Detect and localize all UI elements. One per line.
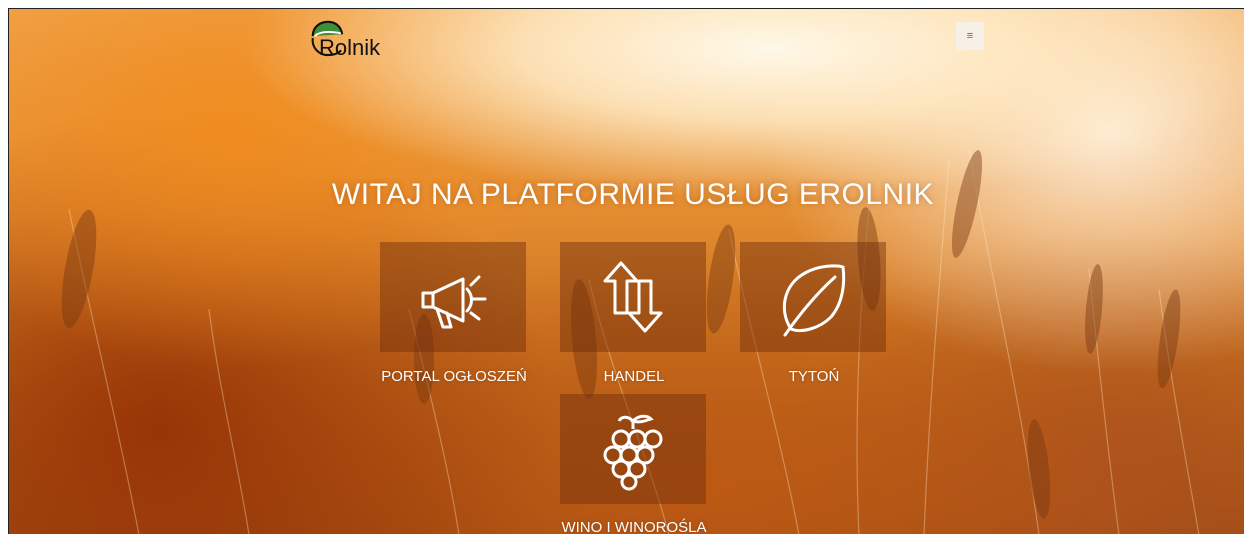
tile-portal-ogloszen[interactable] [380,242,526,352]
hamburger-menu-icon: ≡ [966,30,974,42]
leaf-icon [782,264,846,337]
tile-label-tyton[interactable]: TYTOŃ [724,368,904,385]
tile-label-handel[interactable]: HANDEL [544,368,724,385]
megaphone-icon [421,275,487,329]
hero-headline: WITAJ NA PLATFORMIE USŁUG EROLNIK [331,178,935,211]
hero-banner: Rolnik ≡ WITAJ NA PLATFORMIE USŁUG EROLN… [8,8,1244,534]
tile-label-portal-ogloszen[interactable]: PORTAL OGŁOSZEŃ [364,368,544,385]
logo-text: Rolnik [319,35,381,60]
tile-label-wino[interactable]: WINO I WINOROŚLA [544,519,724,534]
page: Rolnik ≡ WITAJ NA PLATFORMIE USŁUG EROLN… [0,0,1244,534]
grapes-icon [603,414,663,491]
tile-wino[interactable] [560,394,706,504]
menu-button[interactable]: ≡ [956,22,984,50]
tile-handel[interactable] [560,242,706,352]
tile-tyton[interactable] [740,242,886,352]
up-down-arrows-icon [603,261,663,333]
logo[interactable]: Rolnik [307,17,380,60]
